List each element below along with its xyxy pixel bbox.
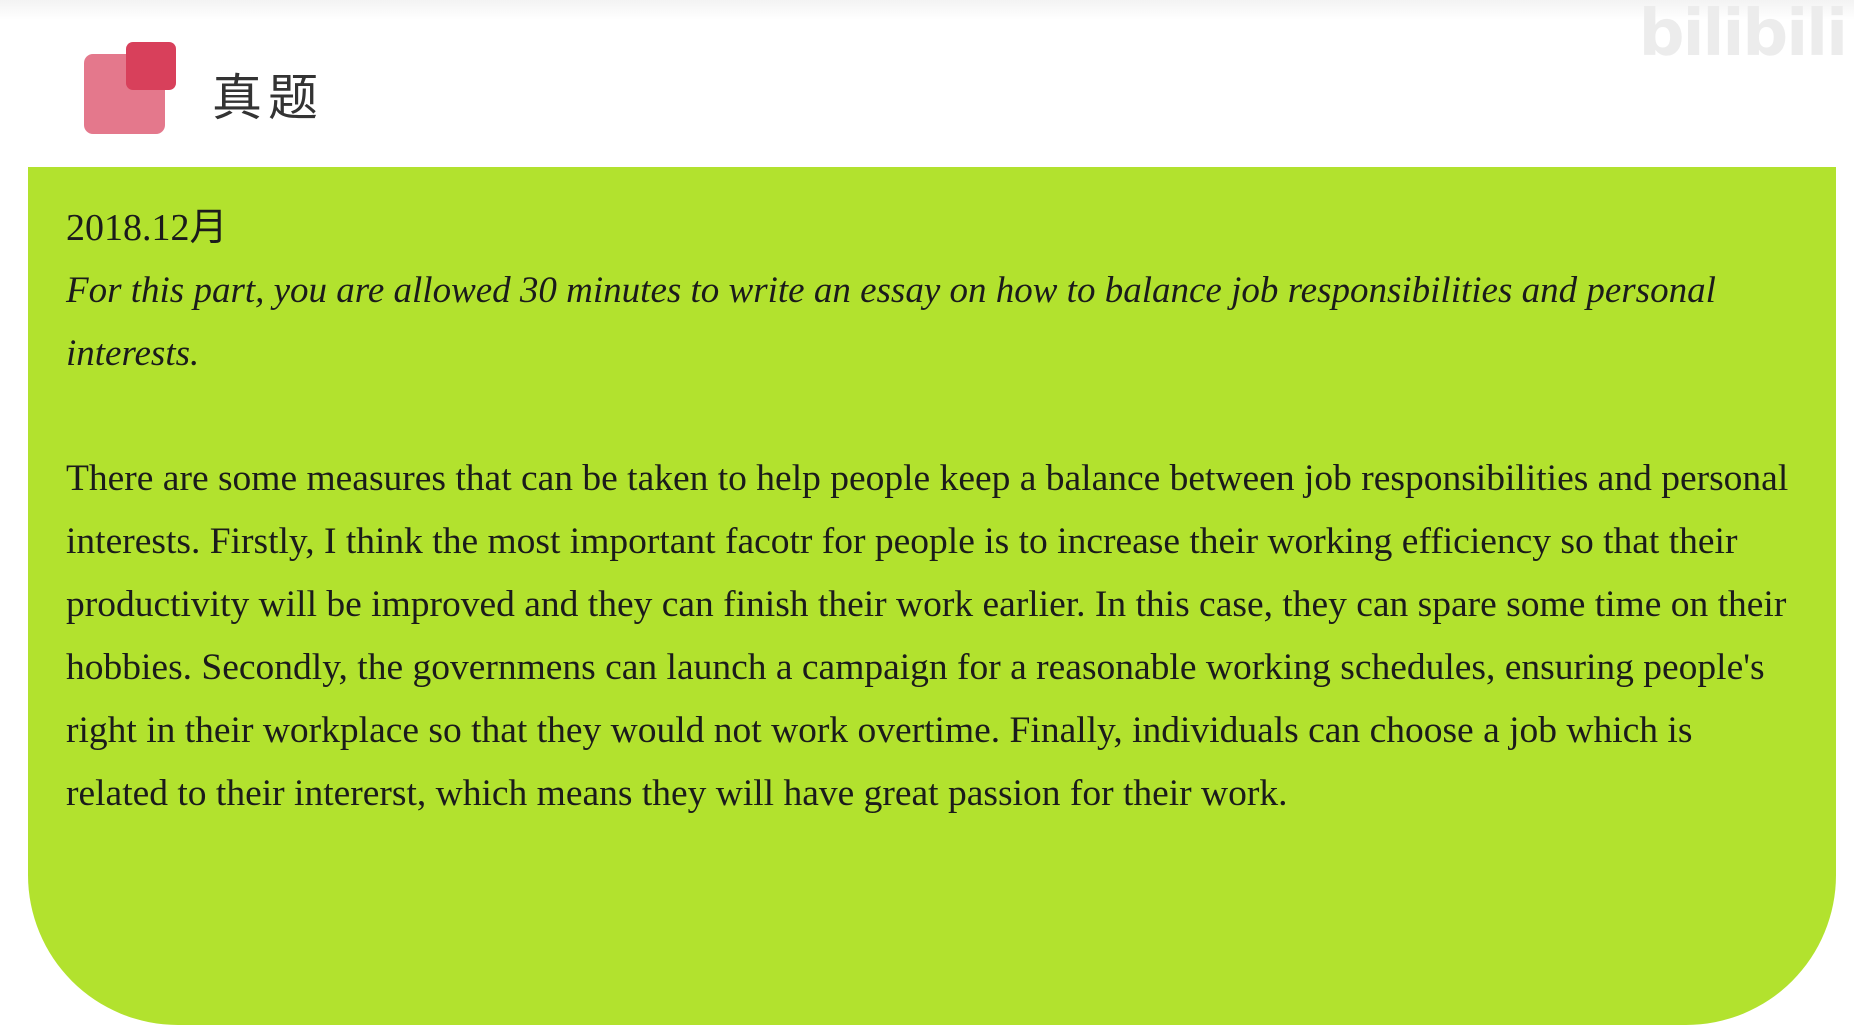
- top-shade: [0, 0, 1854, 20]
- exam-date: 2018.12月: [66, 207, 228, 249]
- slide-header: 真题: [84, 42, 324, 134]
- content-panel: 2018.12月 For this part, you are allowed …: [28, 167, 1836, 1025]
- essay-paragraph: There are some measures that can be take…: [66, 458, 1789, 814]
- overlapping-squares-icon: [84, 42, 176, 134]
- writing-prompt: For this part, you are allowed 30 minute…: [66, 270, 1716, 374]
- page-title: 真题: [212, 69, 324, 127]
- logo-front-square: [126, 42, 176, 90]
- bilibili-watermark: bilibili: [1638, 0, 1848, 71]
